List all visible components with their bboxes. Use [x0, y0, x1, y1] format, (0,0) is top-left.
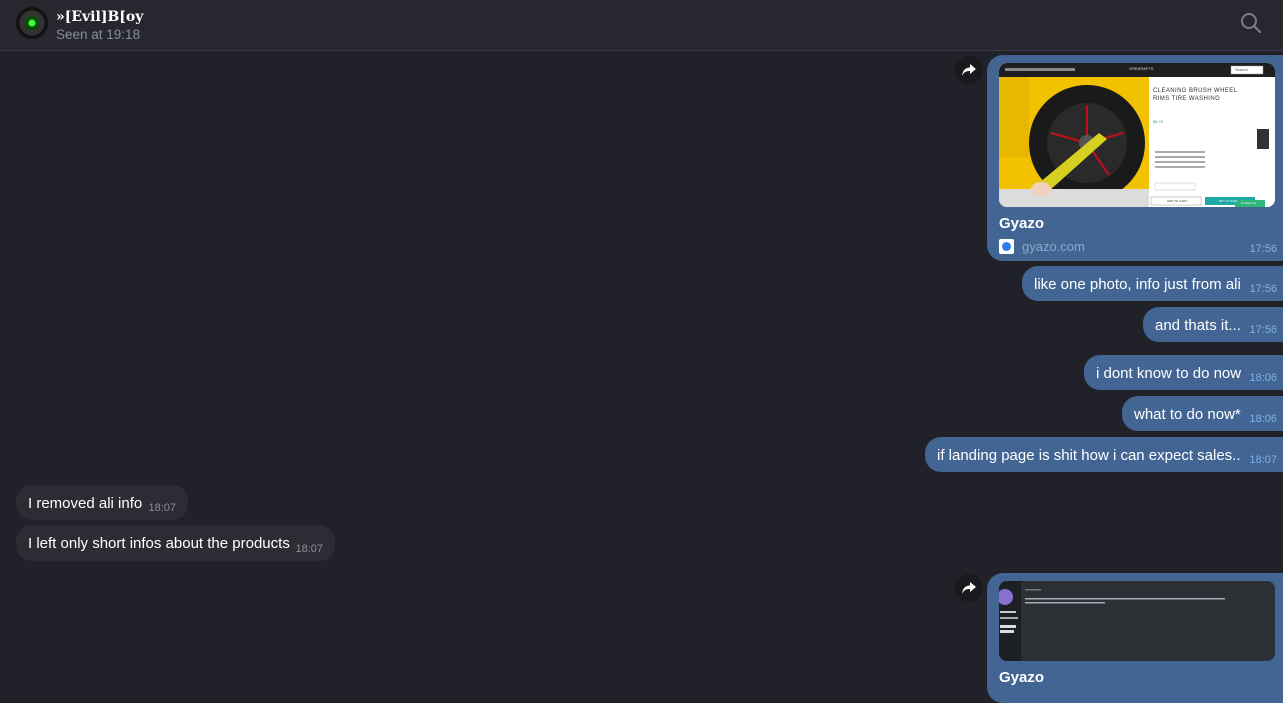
message-time: 18:06	[1249, 372, 1277, 384]
preview-price: $6.75	[1153, 119, 1164, 124]
search-icon[interactable]	[1240, 12, 1262, 34]
forward-button[interactable]	[955, 574, 983, 602]
preview-add-to-cart: ADD TO CART	[1167, 199, 1188, 203]
link-preview-card[interactable]: Gyazo	[987, 573, 1283, 703]
preview-contact: Contact Us	[1241, 201, 1256, 205]
message-incoming[interactable]: I left only short infos about the produc…	[16, 525, 335, 561]
message-outgoing[interactable]: what to do now* 18:06	[1122, 396, 1283, 431]
avatar[interactable]	[16, 7, 48, 39]
preview-image[interactable]: OREKRAFTS Search CLEANING BRUSH WHEEL RI…	[999, 63, 1275, 207]
message-time: 18:07	[295, 543, 323, 555]
message-time: 18:07	[1249, 454, 1277, 466]
message-outgoing[interactable]: i dont know to do now 18:06	[1084, 355, 1283, 390]
message-time: 17:56	[1249, 243, 1277, 255]
link-title[interactable]: Gyazo	[999, 215, 1275, 232]
chat-header: »[Evil]B[oy Seen at 19:18	[0, 0, 1283, 51]
link-title[interactable]: Gyazo	[999, 669, 1275, 686]
preview-buy-now: BUY IT NOW	[1219, 199, 1237, 203]
preview-product-title: CLEANING BRUSH WHEEL RIMS TIRE WASHING	[1153, 88, 1238, 102]
message-text: and thats it...	[1155, 317, 1241, 334]
message-outgoing[interactable]: and thats it... 17:56	[1143, 307, 1283, 342]
message-text: like one photo, info just from ali	[1034, 276, 1241, 293]
preview-search: Search	[1235, 67, 1248, 72]
message-text: I removed ali info	[28, 495, 143, 512]
message-outgoing[interactable]: like one photo, info just from ali 17:56	[1022, 266, 1283, 301]
chat-name[interactable]: »[Evil]B[oy	[56, 9, 143, 25]
message-time: 17:56	[1249, 283, 1277, 295]
share-arrow-icon	[962, 64, 976, 76]
link-preview-card[interactable]: OREKRAFTS Search CLEANING BRUSH WHEEL RI…	[987, 55, 1283, 261]
last-seen-status: Seen at 19:18	[56, 27, 141, 42]
preview-image[interactable]	[999, 581, 1275, 661]
message-text: i dont know to do now	[1096, 365, 1242, 382]
message-incoming[interactable]: I removed ali info 18:07	[16, 485, 188, 520]
message-list[interactable]: OREKRAFTS Search CLEANING BRUSH WHEEL RI…	[0, 51, 1283, 703]
link-site[interactable]: gyazo.com	[999, 239, 1275, 254]
message-outgoing[interactable]: if landing page is shit how i can expect…	[925, 437, 1283, 472]
message-time: 18:06	[1249, 413, 1277, 425]
preview-brand: OREKRAFTS	[1129, 66, 1154, 71]
message-time: 18:07	[148, 502, 176, 514]
gyazo-icon	[999, 239, 1014, 254]
message-text: if landing page is shit how i can expect…	[937, 447, 1241, 464]
share-arrow-icon	[962, 582, 976, 594]
link-domain: gyazo.com	[1022, 239, 1085, 254]
forward-button[interactable]	[955, 56, 983, 84]
message-time: 17:56	[1249, 324, 1277, 336]
message-text: what to do now*	[1134, 406, 1241, 423]
message-text: I left only short infos about the produc…	[28, 535, 290, 552]
